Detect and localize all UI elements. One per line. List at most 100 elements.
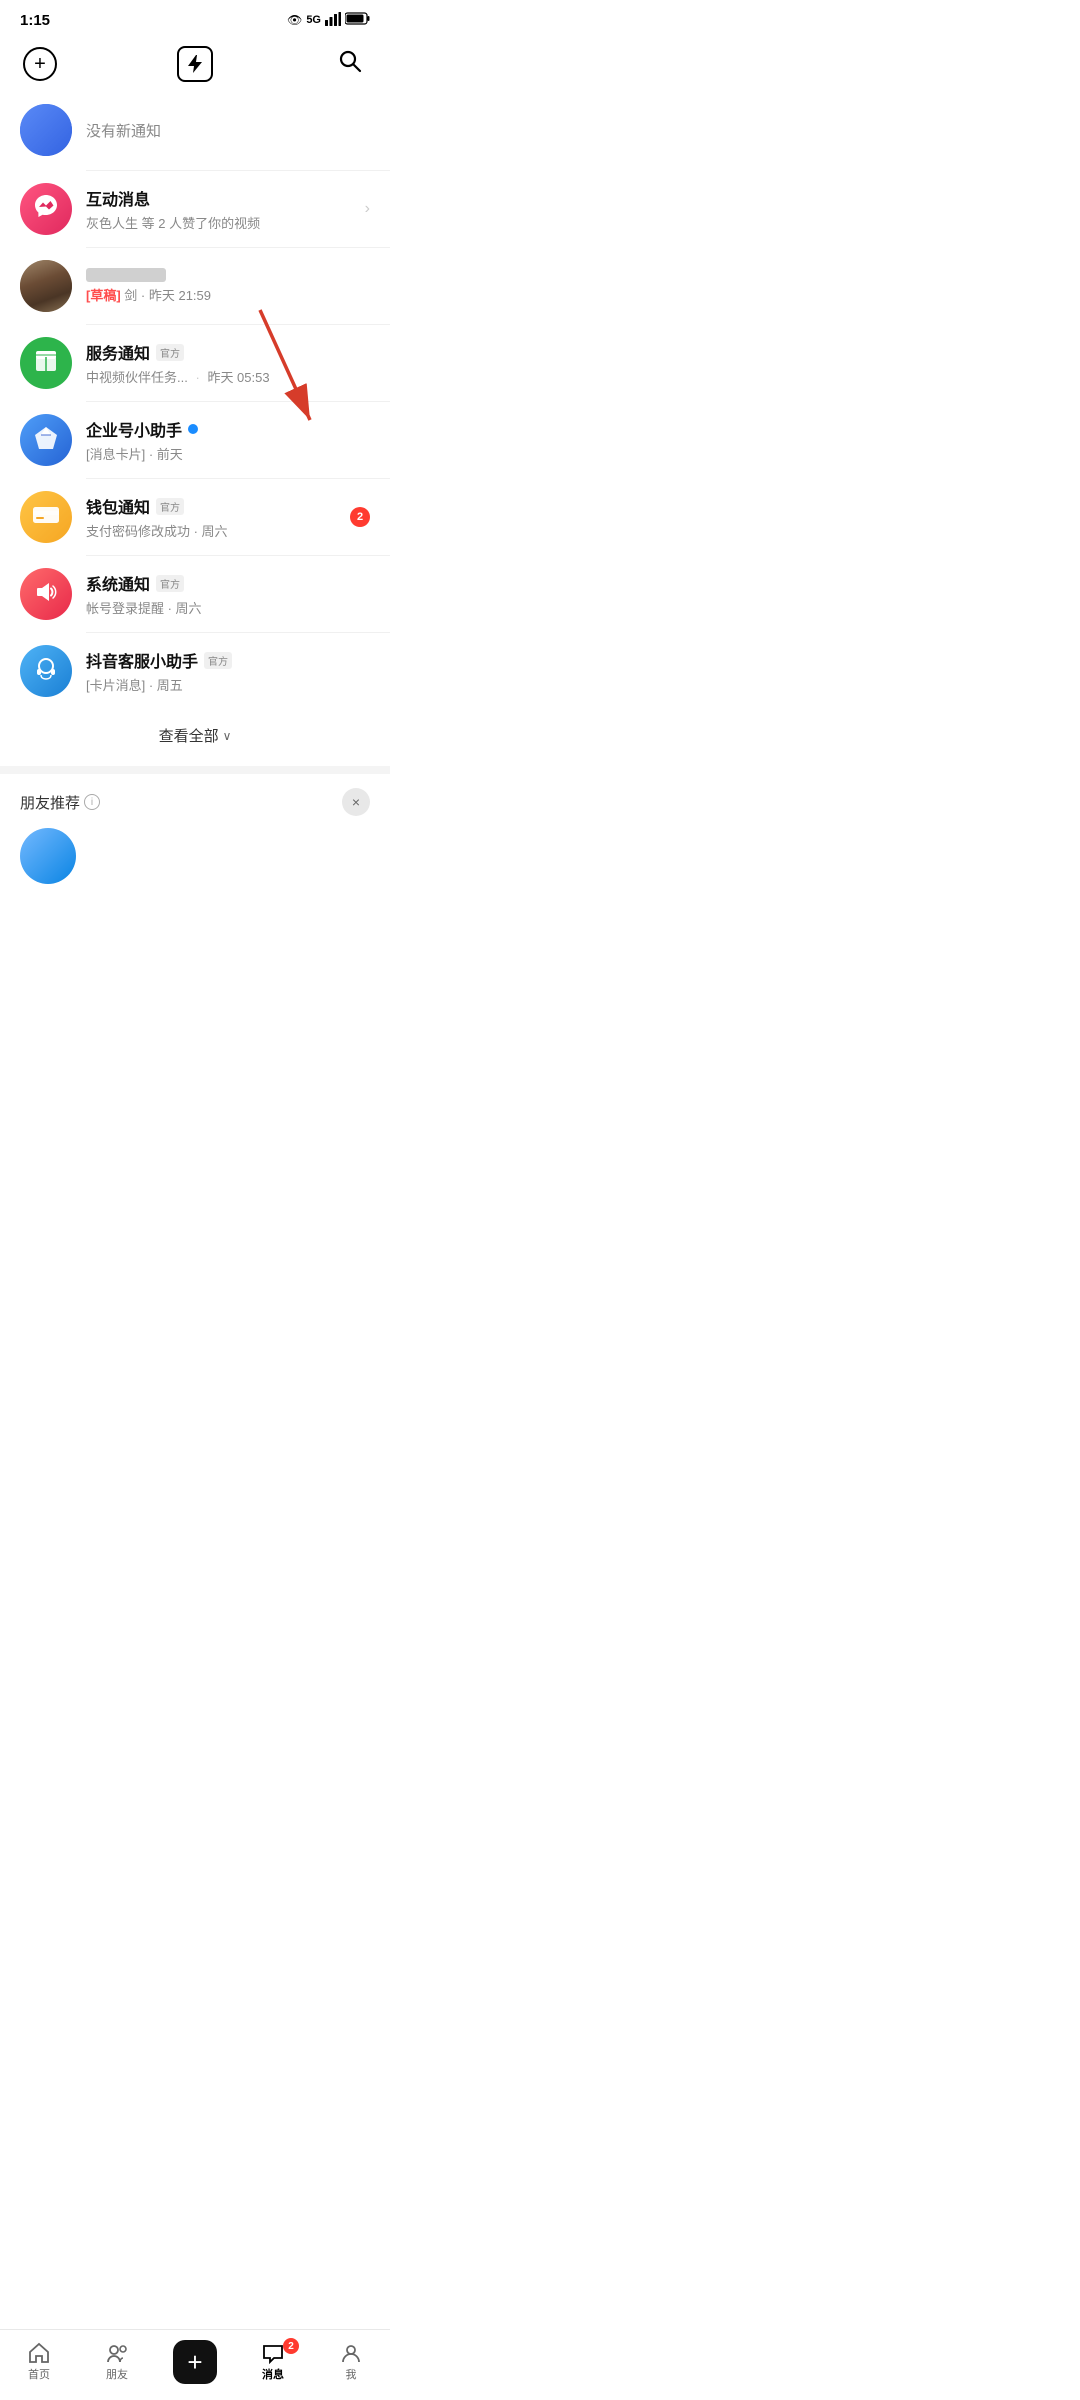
system-title-row: 系统通知 官方 [86,571,370,595]
card-icon [32,505,60,530]
interactive-subtitle: 灰色人生 等 2 人赞了你的视频 [86,213,351,232]
profile-icon [340,2342,362,2364]
friends-section: 朋友推荐 i × [0,766,390,896]
user-draft-subtitle: [草稿] 剑 · 昨天 21:59 [86,285,370,304]
headset-icon [32,655,60,688]
blue-dot-badge [188,424,198,434]
wallet-meta: 2 [350,507,370,527]
wallet-subtitle: 支付密码修改成功 · 周六 [86,521,336,540]
nav-add[interactable]: + [165,2340,225,2384]
notification-list: 没有新通知 互动消息 灰色人生 等 2 人赞了你的视频 › [0,96,390,709]
interactive-title: 互动消息 [86,186,150,210]
nav-profile[interactable]: 我 [321,2342,381,2382]
view-all-text: 查看全部 ∨ [159,725,232,746]
service-subtitle: 中视频伙伴任务... · 昨天 05:53 [86,367,370,386]
home-icon [28,2342,50,2364]
friends-icon [106,2342,128,2364]
interactive-avatar [20,183,72,235]
wallet-title-row: 钱包通知 官方 [86,494,336,518]
friend-avatar-circle-1 [20,828,76,884]
wallet-content: 钱包通知 官方 支付密码修改成功 · 周六 [86,494,336,540]
box-icon [32,347,60,380]
friends-header: 朋友推荐 i × [20,788,370,816]
search-icon [338,49,362,79]
page-bottom-spacer [0,896,390,976]
friends-avatars [20,828,370,884]
no-notify-text: 没有新通知 [86,120,161,141]
battery-icon [345,12,370,28]
view-all-button[interactable]: 查看全部 ∨ [0,709,390,766]
customer-service-item[interactable]: 抖音客服小助手 官方 [卡片消息] · 周五 [0,633,390,709]
messenger-icon [32,192,60,227]
interactive-meta: › [365,200,370,218]
circle-plus-icon: + [23,47,57,81]
customer-subtitle: [卡片消息] · 周五 [86,675,370,694]
nav-home-label: 首页 [28,2366,50,2382]
eye-icon: 👁 [287,13,302,27]
customer-official-badge: 官方 [204,652,232,669]
friend-avatar-1[interactable] [20,828,76,884]
header: + [0,36,390,96]
user-draft-content: [草稿] 剑 · 昨天 21:59 [86,268,370,304]
no-new-notifications-item: 没有新通知 [0,96,390,170]
user-draft-title-row [86,268,370,282]
system-content: 系统通知 官方 帐号登录提醒 · 周六 [86,571,370,617]
wallet-official-badge: 官方 [156,498,184,515]
messages-badge: 2 [283,2338,299,2354]
signal-icon: 5G [306,14,321,26]
status-bar: 1:15 👁 5G [0,0,390,36]
status-time: 1:15 [20,12,50,29]
friends-title: 朋友推荐 i [20,792,100,813]
nav-friends[interactable]: 朋友 [87,2342,147,2382]
service-notify-item[interactable]: 服务通知 官方 中视频伙伴任务... · 昨天 05:53 [0,325,390,401]
enterprise-title-row: 企业号小助手 [86,417,370,441]
messages-icon [262,2342,284,2364]
user-photo-avatar [20,260,72,312]
avatar-blue [20,104,72,156]
lightning-button[interactable] [175,44,215,84]
enterprise-subtitle: [消息卡片] · 前天 [86,444,370,463]
friends-close-button[interactable]: × [342,788,370,816]
service-content: 服务通知 官方 中视频伙伴任务... · 昨天 05:53 [86,340,370,386]
interactive-messages-item[interactable]: 互动消息 灰色人生 等 2 人赞了你的视频 › [0,171,390,247]
status-icons: 👁 5G [287,12,370,29]
system-avatar [20,568,72,620]
customer-content: 抖音客服小助手 官方 [卡片消息] · 周五 [86,648,370,694]
nav-messages[interactable]: 2 消息 [243,2342,303,2382]
search-button[interactable] [330,44,370,84]
friends-info-button[interactable]: i [84,794,100,810]
enterprise-content: 企业号小助手 [消息卡片] · 前天 [86,417,370,463]
nav-messages-label: 消息 [262,2366,284,2382]
bottom-navigation: 首页 朋友 + 2 消息 我 [0,2329,390,2400]
wallet-avatar [20,491,72,543]
service-avatar [20,337,72,389]
network-bars-icon [325,12,341,29]
interactive-content: 互动消息 灰色人生 等 2 人赞了你的视频 [86,186,351,232]
system-title: 系统通知 [86,571,150,595]
wallet-item[interactable]: 钱包通知 官方 支付密码修改成功 · 周六 2 [0,479,390,555]
enterprise-title: 企业号小助手 [86,417,182,441]
speaker-icon [32,578,60,611]
customer-title-row: 抖音客服小助手 官方 [86,648,370,672]
wallet-badge: 2 [350,507,370,527]
service-official-badge: 官方 [156,344,184,361]
system-official-badge: 官方 [156,575,184,592]
enterprise-avatar [20,414,72,466]
customer-title: 抖音客服小助手 [86,648,198,672]
system-notify-item[interactable]: 系统通知 官方 帐号登录提醒 · 周六 [0,556,390,632]
blurred-username [86,268,166,282]
user-draft-item[interactable]: [草稿] 剑 · 昨天 21:59 [0,248,390,324]
nav-profile-label: 我 [346,2366,357,2382]
nav-friends-label: 朋友 [106,2366,128,2382]
system-subtitle: 帐号登录提醒 · 周六 [86,598,370,617]
diamond-icon [31,423,61,458]
add-button[interactable]: + [20,44,60,84]
chevron-right-icon: › [365,200,370,218]
lightning-icon [177,46,213,82]
enterprise-item[interactable]: 企业号小助手 [消息卡片] · 前天 [0,402,390,478]
wallet-title: 钱包通知 [86,494,150,518]
nav-plus-icon: + [173,2340,217,2384]
service-title-row: 服务通知 官方 [86,340,370,364]
nav-home[interactable]: 首页 [9,2342,69,2382]
interactive-title-row: 互动消息 [86,186,351,210]
